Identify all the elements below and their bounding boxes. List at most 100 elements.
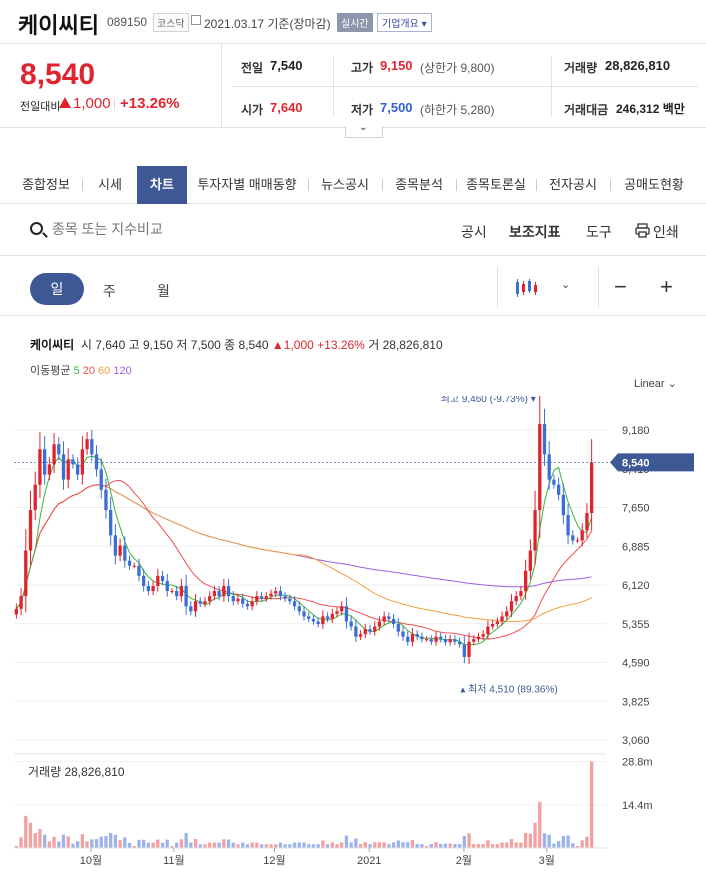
volume-bar — [316, 844, 320, 848]
volume-bar — [344, 835, 349, 848]
volume-bar — [547, 834, 551, 848]
tab-overview[interactable]: 종합정보 — [12, 166, 80, 204]
printer-icon[interactable] — [635, 223, 650, 238]
candle-body — [94, 454, 99, 470]
y-tick-label: 5,355 — [622, 619, 650, 631]
candle-body — [85, 439, 89, 450]
volume-bar — [523, 832, 528, 848]
realtime-badge[interactable]: 실시간 — [337, 13, 373, 32]
tab-investor-trend[interactable]: 투자자별 매매동향 — [190, 166, 304, 204]
prev-close-label: 전일 — [241, 61, 264, 75]
compare-search-input[interactable] — [52, 221, 252, 237]
volume-bar — [165, 839, 169, 848]
volume-bar — [330, 842, 334, 848]
scale-selector[interactable]: Linear ⌄ — [634, 377, 677, 390]
candle-body — [61, 454, 66, 480]
candle-body — [146, 586, 151, 592]
ma-120: 120 — [113, 365, 132, 377]
legend-high-label: 고 — [128, 338, 140, 352]
candle-body — [250, 601, 254, 607]
volume-bar — [226, 839, 231, 848]
tab-chart[interactable]: 차트 — [137, 166, 187, 204]
volume-bar — [410, 840, 415, 848]
volume-bar — [509, 838, 514, 848]
volume-bar — [245, 844, 250, 848]
expand-button[interactable]: ⌄ — [345, 122, 383, 138]
volume-value: 28,826,810 — [605, 58, 671, 73]
high-value: 9,150 — [380, 58, 413, 73]
volume-bar — [208, 842, 212, 848]
divider — [610, 179, 611, 191]
tab-discussion[interactable]: 종목토론실 — [460, 166, 532, 204]
candle-body — [585, 513, 589, 531]
zoom-in-button[interactable]: + — [660, 274, 673, 300]
change-amount: 1,000 — [73, 95, 111, 112]
candle-body — [302, 611, 306, 617]
divider — [114, 98, 115, 110]
candle-body — [90, 439, 94, 455]
candle-body — [47, 464, 52, 475]
candle-body — [349, 621, 353, 627]
candle-body — [137, 565, 141, 576]
volume-bar — [363, 842, 367, 848]
legend-name: 케이씨티 — [30, 338, 75, 352]
candle-body — [340, 606, 344, 612]
y-tick-label: 4,590 — [622, 658, 650, 670]
prev-compare-label: 전일대비 — [20, 101, 61, 113]
volume-bar — [302, 842, 306, 848]
tab-market-price[interactable]: 시세 — [86, 166, 134, 204]
lower-limit: (하한가 5,280) — [420, 103, 495, 117]
legend-volume-label: 거 — [368, 338, 380, 352]
volume-bar — [142, 839, 146, 848]
notice-link[interactable]: 공시 — [461, 222, 487, 242]
volume-legend: 거래량 28,826,810 — [28, 765, 125, 779]
period-week-button[interactable]: 주 — [103, 281, 116, 301]
volume-bar — [85, 841, 89, 848]
candle-body — [184, 586, 188, 607]
volume-bar — [137, 839, 141, 848]
chevron-down-icon[interactable]: ⌄ — [561, 278, 570, 291]
volume-bar — [146, 842, 151, 848]
tools-link[interactable]: 도구 — [586, 222, 612, 242]
zoom-out-button[interactable]: − — [614, 274, 627, 300]
indicator-link[interactable]: 보조지표 — [509, 222, 561, 242]
candle-body — [212, 591, 217, 597]
volume-bar — [193, 838, 198, 848]
candle-body — [486, 626, 490, 635]
period-day-button[interactable]: 일 — [30, 273, 84, 305]
legend-low: 7,500 — [190, 338, 221, 352]
candle-body — [28, 510, 33, 551]
legend-change: ▲1,000 +13.26% — [271, 338, 365, 352]
candlestick-icon[interactable] — [515, 278, 539, 298]
company-overview-button[interactable]: 기업개요 ▾ — [377, 13, 432, 32]
price-chart[interactable]: 9,1808,4157,6506,8856,1205,3554,5903,825… — [0, 396, 706, 883]
volume-bar — [175, 842, 179, 848]
tab-analysis[interactable]: 종목분석 — [386, 166, 452, 204]
ma-5: 5 — [73, 365, 80, 377]
volume-bar — [340, 842, 344, 848]
volume-bar — [255, 842, 259, 848]
candle-body — [297, 606, 301, 612]
volume-bar — [528, 833, 532, 848]
candle-body — [113, 535, 118, 556]
tab-short-selling[interactable]: 공매도현황 — [614, 166, 694, 204]
x-tick-label: 11월 — [163, 854, 185, 867]
search-icon[interactable] — [30, 222, 43, 235]
volume-bar — [448, 843, 452, 848]
print-link[interactable]: 인쇄 — [653, 222, 679, 242]
candle-body — [274, 591, 278, 594]
volume-bar — [259, 844, 264, 848]
candle-body — [288, 598, 292, 602]
y-tick-label: 9,180 — [622, 425, 650, 437]
candle-body — [24, 550, 28, 597]
tab-disclosure[interactable]: 전자공시 — [540, 166, 606, 204]
volume-bar — [127, 843, 132, 848]
candle-body — [283, 596, 287, 599]
candle-body — [556, 484, 561, 495]
period-month-button[interactable]: 월 — [157, 281, 170, 301]
candle-body — [264, 596, 268, 599]
volume-bar — [486, 840, 490, 848]
candle-body — [377, 621, 382, 627]
tab-news[interactable]: 뉴스공시 — [312, 166, 378, 204]
volume-bar — [184, 833, 188, 848]
